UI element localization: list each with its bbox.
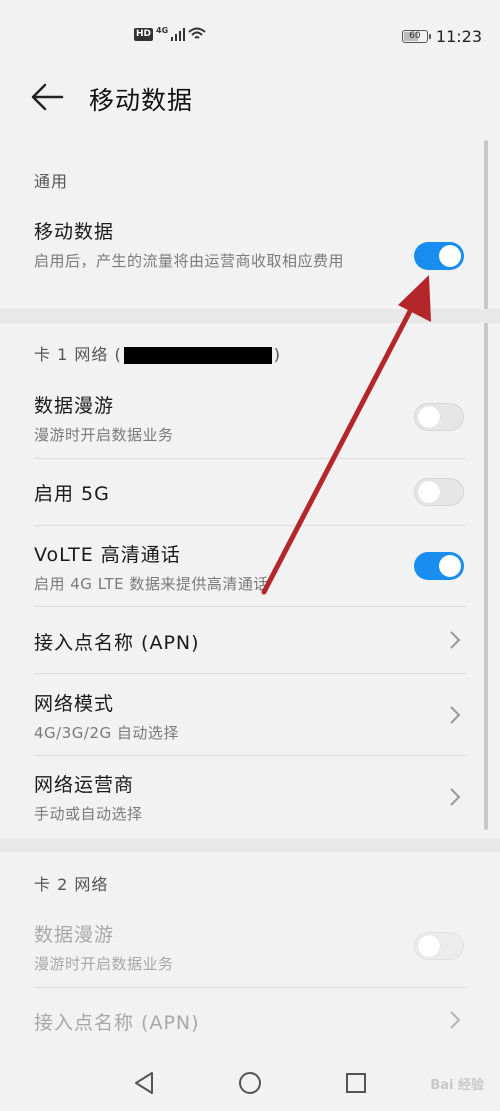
sim1-data-roaming-row[interactable]: 数据漫游 漫游时开启数据业务 — [34, 391, 466, 447]
sim1-network-mode-row[interactable]: 网络模式 4G/3G/2G 自动选择 — [34, 689, 466, 745]
square-recents-icon — [346, 1073, 366, 1093]
section-gap — [0, 309, 500, 323]
row-title: 数据漫游 — [34, 924, 115, 946]
sim1-apn-row[interactable]: 接入点名称 (APN) — [34, 628, 466, 655]
mobile-data-title: 移动数据 — [34, 221, 115, 243]
sim2-data-roaming-toggle[interactable] — [414, 932, 464, 960]
section-label-sim2: 卡 2 网络 — [34, 875, 109, 894]
divider — [34, 673, 466, 674]
row-title: 启用 5G — [34, 483, 110, 505]
watermark: Bai 经验 — [430, 1078, 484, 1093]
row-subtitle: 手动或自动选择 — [34, 805, 143, 823]
section-label-sim1: 卡 1 网络 () — [34, 341, 281, 365]
wifi-icon — [188, 27, 206, 39]
signal-icon — [171, 27, 186, 41]
sim2-apn-row[interactable]: 接入点名称 (APN) — [34, 1008, 466, 1035]
status-bar: HD 4G 60 11:23 — [0, 0, 500, 72]
row-title: 接入点名称 (APN) — [34, 1012, 200, 1034]
battery-icon: 60 — [401, 30, 431, 43]
scroll-indicator[interactable] — [484, 140, 488, 830]
sim1-volte-toggle[interactable] — [414, 552, 464, 580]
row-title: VoLTE 高清通话 — [34, 544, 181, 566]
back-button[interactable] — [30, 82, 70, 114]
row-subtitle: 漫游时开启数据业务 — [34, 426, 174, 444]
chevron-right-icon — [450, 706, 461, 724]
section-gap — [0, 838, 500, 852]
clock: 11:23 — [435, 27, 482, 46]
row-title: 网络运营商 — [34, 774, 135, 796]
sim1-data-roaming-toggle[interactable] — [414, 403, 464, 431]
nav-back-button[interactable] — [124, 1063, 164, 1103]
status-left: HD 4G — [134, 26, 206, 41]
arrow-left-icon — [31, 83, 64, 111]
sim1-operator-row[interactable]: 网络运营商 手动或自动选择 — [34, 770, 466, 826]
sim2-data-roaming-row[interactable]: 数据漫游 漫游时开启数据业务 — [34, 920, 466, 976]
divider — [34, 755, 466, 756]
sim1-enable-5g-row[interactable]: 启用 5G — [34, 479, 466, 506]
redacted-number — [123, 347, 272, 364]
chevron-right-icon — [450, 788, 461, 806]
row-subtitle: 4G/3G/2G 自动选择 — [34, 724, 179, 742]
status-right: 60 11:23 — [401, 27, 482, 46]
triangle-back-icon — [135, 1072, 153, 1094]
row-title: 网络模式 — [34, 693, 115, 715]
sim1-label-prefix: 卡 1 网络 ( — [34, 345, 122, 364]
circle-home-icon — [239, 1072, 261, 1094]
divider — [34, 525, 466, 526]
nav-recents-button[interactable] — [336, 1063, 376, 1103]
divider — [34, 606, 466, 607]
row-subtitle: 漫游时开启数据业务 — [34, 955, 174, 973]
sim1-volte-row[interactable]: VoLTE 高清通话 启用 4G LTE 数据来提供高清通话 — [34, 540, 466, 596]
divider — [34, 458, 466, 459]
row-title: 数据漫游 — [34, 395, 115, 417]
chevron-right-icon — [450, 1011, 461, 1029]
navigation-bar: Bai 经验 — [0, 1051, 500, 1111]
page-title: 移动数据 — [89, 86, 194, 115]
section-label-general: 通用 — [34, 172, 69, 191]
title-bar: 移动数据 — [0, 72, 500, 124]
sim1-enable-5g-toggle[interactable] — [414, 478, 464, 506]
hd-badge: HD — [134, 27, 154, 41]
nav-home-button[interactable] — [230, 1063, 270, 1103]
network-type-label: 4G — [156, 26, 169, 35]
mobile-data-row[interactable]: 移动数据 启用后，产生的流量将由运营商收取相应费用 — [34, 217, 390, 273]
divider — [34, 987, 466, 988]
row-title: 接入点名称 (APN) — [34, 632, 200, 654]
battery-level: 60 — [409, 31, 421, 41]
chevron-right-icon — [450, 631, 461, 649]
sim1-label-suffix: ) — [273, 345, 281, 364]
mobile-data-subtitle: 启用后，产生的流量将由运营商收取相应费用 — [34, 252, 345, 270]
row-subtitle: 启用 4G LTE 数据来提供高清通话 — [34, 575, 269, 593]
mobile-data-toggle[interactable] — [414, 242, 464, 270]
